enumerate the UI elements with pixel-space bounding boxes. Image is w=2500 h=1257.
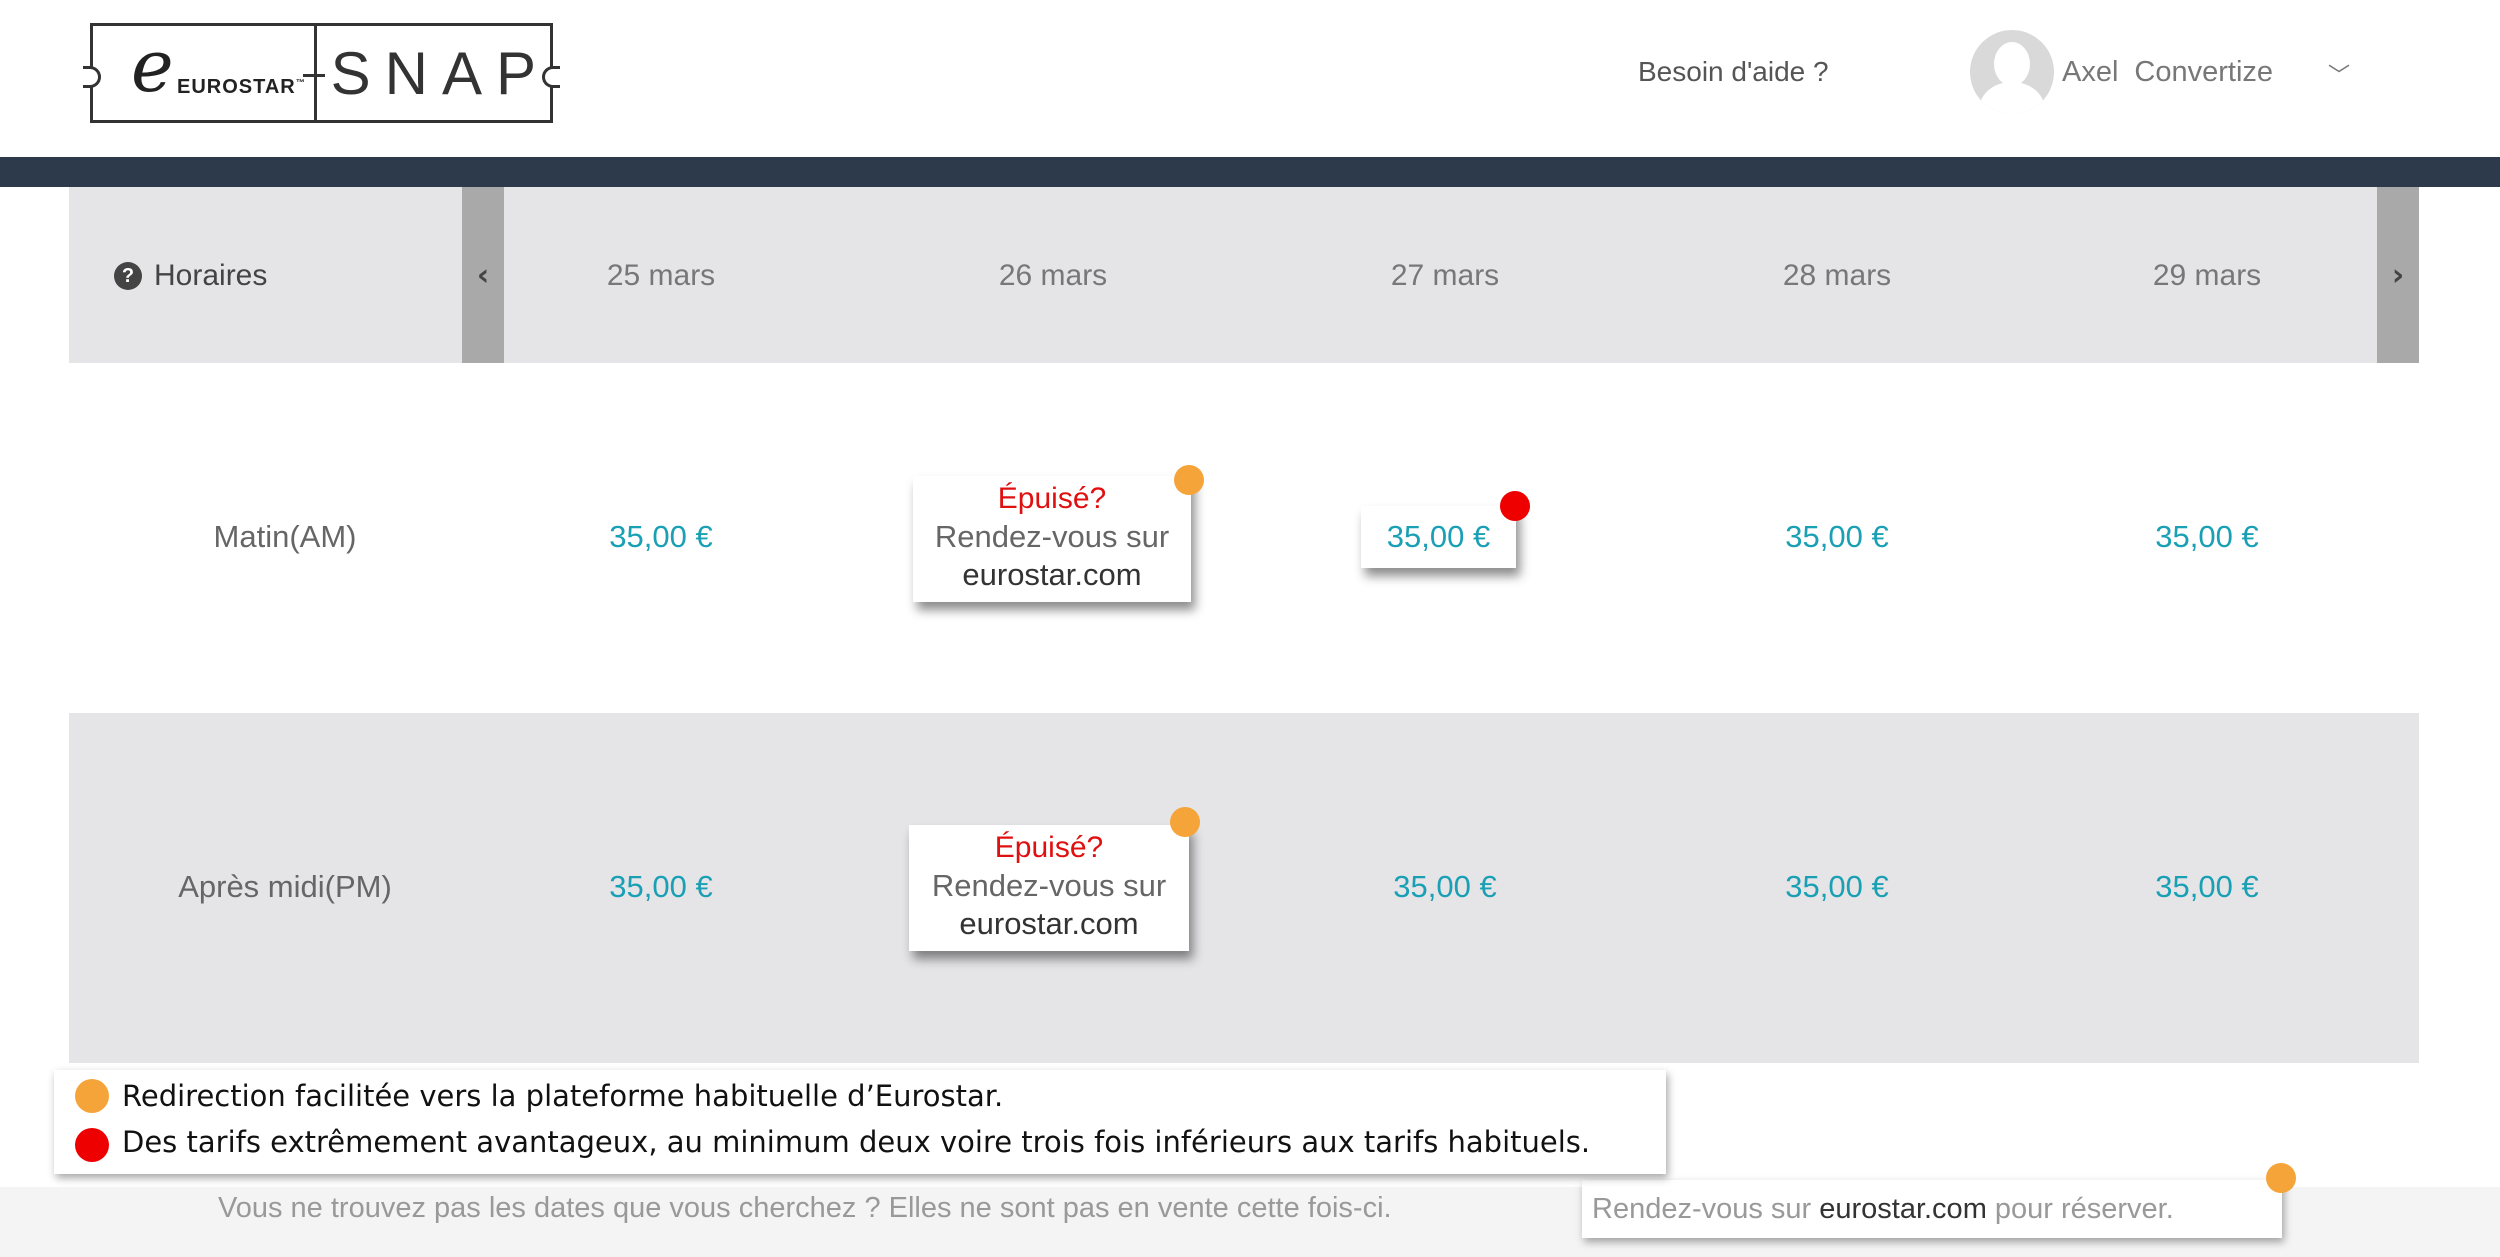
- horaires-label: Horaires: [154, 259, 268, 292]
- sold-out-site-link[interactable]: eurostar.com: [909, 905, 1189, 943]
- chevron-left-icon: ‹: [476, 257, 490, 293]
- user-menu[interactable]: Axel Convertize: [2062, 56, 2289, 89]
- price-cell[interactable]: 35,00 €: [609, 519, 712, 555]
- highlighted-price-cell[interactable]: 35,00 €: [1361, 506, 1516, 568]
- footer-box-post: pour réserver.: [1994, 1192, 2174, 1225]
- logo-product-text: SNAP: [330, 39, 550, 107]
- price-cell[interactable]: 35,00 €: [1785, 519, 1888, 555]
- row-label-am: Matin(AM): [213, 519, 357, 554]
- sold-out-site-link[interactable]: eurostar.com: [913, 556, 1191, 594]
- navbar: [0, 157, 2500, 187]
- row-label-pm: Après midi(PM): [178, 869, 392, 904]
- logo-brand-text: EUROSTAR™: [177, 76, 306, 98]
- chevron-down-icon[interactable]: ﹀: [2328, 58, 2350, 90]
- sold-out-title: Épuisé?: [997, 482, 1107, 515]
- logo-divider-dash: [302, 74, 325, 77]
- sold-out-callout-pm[interactable]: Épuisé? Rendez-vous sur eurostar.com: [909, 825, 1189, 951]
- eurostar-snap-logo[interactable]: e EUROSTAR™ SNAP: [83, 23, 560, 123]
- header: e EUROSTAR™ SNAP Besoin d'aide ? Axel Con…: [0, 0, 2500, 157]
- question-icon[interactable]: ?: [114, 262, 142, 290]
- date-header: 29 mars: [2152, 259, 2262, 292]
- footer-box-pre: Rendez-vous sur: [1592, 1192, 1812, 1225]
- price-cell[interactable]: 35,00 €: [2155, 519, 2258, 555]
- help-link[interactable]: Besoin d'aide ?: [1638, 56, 1829, 88]
- prev-dates-button[interactable]: ‹: [462, 187, 504, 363]
- row-pm: Après midi(PM) 35,00 € 35,00 € 35,00 € 3…: [69, 713, 2419, 1063]
- sold-out-redirect-text: Rendez-vous sur: [934, 519, 1170, 554]
- orange-marker-icon: [1170, 807, 1200, 837]
- sold-out-callout-am[interactable]: Épuisé? Rendez-vous sur eurostar.com: [913, 476, 1191, 602]
- row-am: Matin(AM) 35,00 € 35,00 € 35,00 €: [69, 363, 2419, 713]
- sold-out-title: Épuisé?: [994, 831, 1104, 864]
- footer-site-link[interactable]: eurostar.com: [1819, 1193, 1987, 1226]
- price-cell[interactable]: 35,00 €: [609, 869, 712, 905]
- logo-notch-left: [83, 66, 101, 88]
- orange-marker-icon: [2266, 1163, 2296, 1193]
- user-first-name: Axel: [2062, 56, 2119, 88]
- date-header: 28 mars: [1782, 259, 1892, 292]
- avatar-icon[interactable]: [1970, 30, 2054, 114]
- footer-redirect-box: Rendez-vous sur eurostar.com pour réserv…: [1582, 1180, 2282, 1238]
- logo-notch-right: [542, 66, 560, 88]
- chevron-right-icon: ›: [2391, 257, 2405, 293]
- user-last-name: Convertize: [2134, 56, 2274, 88]
- price-cell[interactable]: 35,00 €: [1393, 869, 1496, 905]
- red-legend-dot-icon: [75, 1128, 109, 1162]
- price-cell[interactable]: 35,00 €: [1785, 869, 1888, 905]
- orange-legend-dot-icon: [75, 1079, 109, 1113]
- dates-header-row: ? Horaires ‹ 25 mars 26 mars 27 mars 28 …: [69, 187, 2419, 363]
- eurostar-e-icon: e: [131, 24, 174, 108]
- date-header: 27 mars: [1390, 259, 1500, 292]
- next-dates-button[interactable]: ›: [2377, 187, 2419, 363]
- footer-message: Vous ne trouvez pas les dates que vous c…: [218, 1192, 1392, 1224]
- date-header: 25 mars: [606, 259, 716, 292]
- eurostar-logo: e EUROSTAR™: [83, 24, 317, 120]
- red-marker-icon: [1500, 491, 1530, 521]
- legend-orange-text: Redirection facilitée vers la plateforme…: [122, 1079, 1004, 1113]
- legend-red-text: Des tarifs extrêmement avantageux, au mi…: [122, 1125, 1591, 1159]
- horaires-header: ? Horaires: [114, 259, 267, 293]
- price-cell[interactable]: 35,00 €: [2155, 869, 2258, 905]
- date-header: 26 mars: [998, 259, 1108, 292]
- snap-logo: SNAP: [302, 26, 560, 120]
- orange-marker-icon: [1174, 465, 1204, 495]
- legend-box: Redirection facilitée vers la plateforme…: [54, 1070, 1666, 1174]
- sold-out-redirect-text: Rendez-vous sur: [931, 868, 1167, 903]
